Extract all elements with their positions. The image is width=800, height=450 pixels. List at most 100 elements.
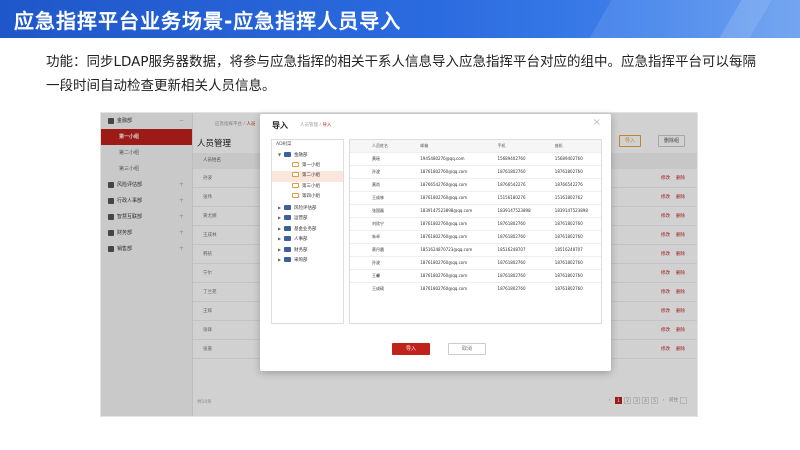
user-cell: 18761802760 xyxy=(485,216,551,230)
user-cell: 孙波 xyxy=(350,164,411,178)
tree-child-node[interactable]: 第四小组 xyxy=(272,192,343,203)
user-row[interactable]: 王馨 18761802760@qq.com 18761802760 187618027… xyxy=(350,268,601,282)
user-cell: 张国磊 xyxy=(350,203,411,217)
ad-tree: AD树菜 ▼ 金融部 第一小组第二小组 第三小组第四小组 ▶ 风险评估部 ▶ 运营部 ▶ 基金业务… xyxy=(271,139,344,324)
user-list-header: 人员姓名 邮箱 手机 座机 xyxy=(350,140,601,152)
tree-header: AD树菜 xyxy=(276,142,292,147)
user-cell: 18766542276 xyxy=(550,177,601,191)
user-cell: 18516248707 xyxy=(550,242,601,256)
user-cell: 黄瑶 xyxy=(350,151,411,165)
user-cell: 18761802760 xyxy=(485,255,551,269)
tree-node[interactable]: ▶ 财务部 xyxy=(272,245,343,256)
tree-node[interactable]: ▶ 风险评估部 xyxy=(272,203,343,214)
user-cell: 18761802760@qq.com xyxy=(410,190,486,204)
dialog-breadcrumb-prefix[interactable]: 人员管理 / xyxy=(300,123,321,128)
tree-node-label: 运营部 xyxy=(294,216,308,221)
user-cell: 18766542760@qq.com xyxy=(410,177,486,191)
folder-icon xyxy=(284,225,291,231)
user-cell: 1945480276@qq.com xyxy=(410,151,486,165)
user-cell: 18761802760 xyxy=(550,229,601,243)
user-cell: 18761802760 xyxy=(550,255,601,269)
user-cell: 15689402760 xyxy=(485,151,551,165)
slide-description: 功能：同步LDAP服务器数据，将参与应急指挥的相关干系人信息导入应急指挥平台对应… xyxy=(46,54,757,94)
user-cell: 18761802760@qq.com xyxy=(410,164,486,178)
user-cell: 18761802760@qq.com xyxy=(410,281,486,295)
user-cell: 18761802760@qq.com xyxy=(410,268,486,282)
dialog-breadcrumb: 人员管理 / 导入 xyxy=(300,122,331,128)
user-cell: 蔡丹晨 xyxy=(350,242,411,256)
dialog-title: 导入 xyxy=(272,121,288,130)
column-header: 人员姓名 xyxy=(350,140,411,152)
tree-node-label: 财务部 xyxy=(294,247,308,253)
tree-node[interactable]: ▶ 基金业务部 xyxy=(272,224,343,235)
user-list: 人员姓名 邮箱 手机 座机 黄瑶 1945480276@qq.com 1568940276… xyxy=(349,139,602,324)
user-row[interactable]: 黄瑶 1945480276@qq.com 15689402760 1568940276… xyxy=(350,151,601,165)
tree-node[interactable]: ▶ 采购部 xyxy=(272,255,343,266)
column-header: 邮箱 xyxy=(410,140,486,152)
folder-icon xyxy=(284,204,291,210)
folder-icon xyxy=(284,152,291,157)
user-cell: 黄尚 xyxy=(350,177,411,191)
tree-node-label: 采购部 xyxy=(294,258,308,263)
tree-child-node[interactable]: 第三小组 xyxy=(272,182,343,193)
tree-node-label: 风险评估部 xyxy=(294,205,317,211)
folder-icon xyxy=(292,182,299,188)
user-cell: 18761802760 xyxy=(550,164,601,178)
user-cell: 18761802760 xyxy=(485,281,551,295)
user-cell: 18761802760 xyxy=(485,229,551,243)
tree-node-label: 第四小组 xyxy=(302,194,320,199)
tree-node[interactable]: ▼ 金融部 xyxy=(272,150,343,161)
user-cell: 1839147523898 xyxy=(550,203,601,217)
tree-node-label: 金融部 xyxy=(294,153,308,158)
user-cell: 王馨 xyxy=(350,268,411,282)
user-cell: 孙波 xyxy=(350,255,411,269)
user-row[interactable]: 蔡丹晨 1851624870723@qq.com 18516248707 185162… xyxy=(350,242,601,256)
folder-icon xyxy=(284,215,291,220)
close-icon[interactable]: × xyxy=(593,117,601,128)
tree-node-label: 第三小组 xyxy=(302,183,320,189)
user-cell: 18761802760 xyxy=(485,164,551,178)
user-cell: 王成硕 xyxy=(350,281,411,295)
user-row[interactable]: 刘欣宁 18761802760@qq.com 18761802760 18761802… xyxy=(350,216,601,230)
folder-icon xyxy=(292,172,299,177)
folder-icon xyxy=(284,246,291,252)
user-cell: 1839147523898@qq.com xyxy=(410,203,486,217)
user-cell: 15689402760 xyxy=(550,151,601,165)
user-cell: 18761802760@qq.com xyxy=(410,229,486,243)
user-row[interactable]: 孙波 18761802760@qq.com 18761802760 187618027… xyxy=(350,164,601,178)
user-cell: 15161802762 xyxy=(550,190,601,204)
dialog-breadcrumb-current: 导入 xyxy=(322,123,332,128)
column-header: 座机 xyxy=(550,140,601,152)
folder-icon xyxy=(292,161,299,167)
import-confirm-button[interactable]: 导入 xyxy=(392,343,430,355)
tree-node-label: 第一小组 xyxy=(302,162,320,168)
user-cell: 1839147523898 xyxy=(485,203,551,217)
user-cell: 王成林 xyxy=(350,190,411,204)
user-row[interactable]: 黄尚 18766542760@qq.com 18766542276 187665422… xyxy=(350,177,601,191)
import-dialog: 导入 人员管理 / 导入 × AD树菜 ▼ 金融部 第一小组第二小组 第三小组第四小组… xyxy=(260,114,611,371)
column-header: 手机 xyxy=(485,140,551,152)
user-row[interactable]: 王成林 18761802760@qq.com 15156180276 15161802… xyxy=(350,190,601,204)
user-row[interactable]: 张国磊 1839147523898@qq.com 1839147523898 1839… xyxy=(350,203,601,217)
slide-title: 应急指挥平台业务场景-应急指挥人员导入 xyxy=(14,9,402,33)
user-cell: 18766542276 xyxy=(485,177,551,191)
user-cell: 18761802760@qq.com xyxy=(410,216,486,230)
user-cell: 18761802760 xyxy=(550,216,601,230)
slide-header: 应急指挥平台业务场景-应急指挥人员导入 xyxy=(0,0,800,38)
tree-child-node[interactable]: 第一小组 xyxy=(272,161,343,172)
user-row[interactable]: 孙波 18761802760@qq.com 18761802760 187618027… xyxy=(350,255,601,269)
tree-node[interactable]: ▶ 人事部 xyxy=(272,234,343,245)
user-cell: 18516248707 xyxy=(485,242,551,256)
user-row[interactable]: 朱卓 18761802760@qq.com 18761802760 187618027… xyxy=(350,229,601,243)
user-cell: 1851624870723@qq.com xyxy=(410,242,486,256)
user-cell: 18761802760 xyxy=(550,281,601,295)
user-cell: 18761802760@qq.com xyxy=(410,255,486,269)
folder-icon xyxy=(292,193,299,198)
tree-node-label: 基金业务部 xyxy=(294,226,317,232)
folder-icon xyxy=(284,257,291,262)
tree-node[interactable]: ▶ 运营部 xyxy=(272,213,343,224)
tree-child-node[interactable]: 第二小组 xyxy=(272,171,343,182)
user-row[interactable]: 王成硕 18761802760@qq.com 18761802760 18761802… xyxy=(350,281,601,295)
tree-node-label: 人事部 xyxy=(294,237,308,242)
cancel-button[interactable]: 取消 xyxy=(448,343,486,355)
